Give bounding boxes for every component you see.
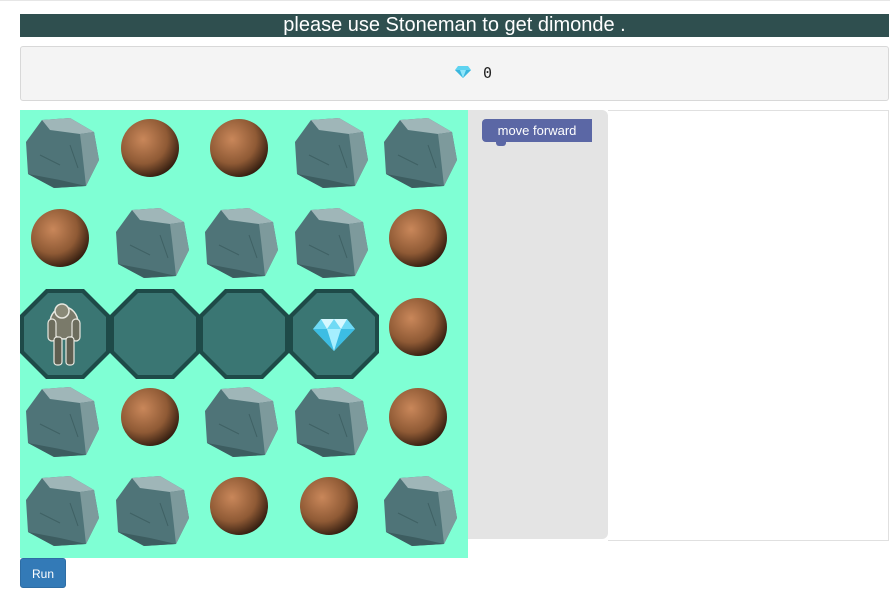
code-workspace[interactable]	[608, 110, 889, 541]
diamond-count: 0	[483, 64, 493, 82]
rock-tile	[110, 468, 200, 558]
diamond-icon	[455, 64, 471, 82]
path-tile	[109, 289, 200, 380]
run-button[interactable]: Run	[20, 558, 66, 588]
rock-tile	[110, 200, 200, 290]
boulder-tile	[378, 200, 468, 290]
boulder-tile	[110, 110, 200, 200]
rock-tile	[20, 379, 110, 469]
boulder-tile	[20, 200, 110, 290]
rock-tile	[378, 468, 468, 558]
rock-tile	[199, 200, 289, 290]
diamond-counter: 0	[455, 64, 492, 82]
diamond-tile	[288, 289, 379, 380]
boulder-tile	[110, 379, 200, 469]
rock-tile	[289, 200, 379, 290]
boulder-tile	[289, 468, 379, 558]
stoneman-player	[20, 289, 110, 380]
boulder-tile	[199, 468, 289, 558]
rock-tile	[378, 110, 468, 200]
rock-tile	[20, 110, 110, 200]
boulder-tile	[378, 379, 468, 469]
path-tile	[199, 289, 290, 380]
boulder-tile	[199, 110, 289, 200]
rock-tile	[199, 379, 289, 469]
rock-tile	[289, 110, 379, 200]
block-toolbox	[468, 110, 608, 539]
boulder-tile	[378, 289, 468, 379]
game-board	[20, 110, 468, 558]
score-bar: 0	[20, 46, 889, 101]
rock-tile	[289, 379, 379, 469]
move-forward-block[interactable]: move forward	[482, 119, 592, 146]
top-border	[0, 0, 890, 1]
instruction-banner: please use Stoneman to get dimonde .	[20, 14, 889, 37]
rock-tile	[20, 468, 110, 558]
